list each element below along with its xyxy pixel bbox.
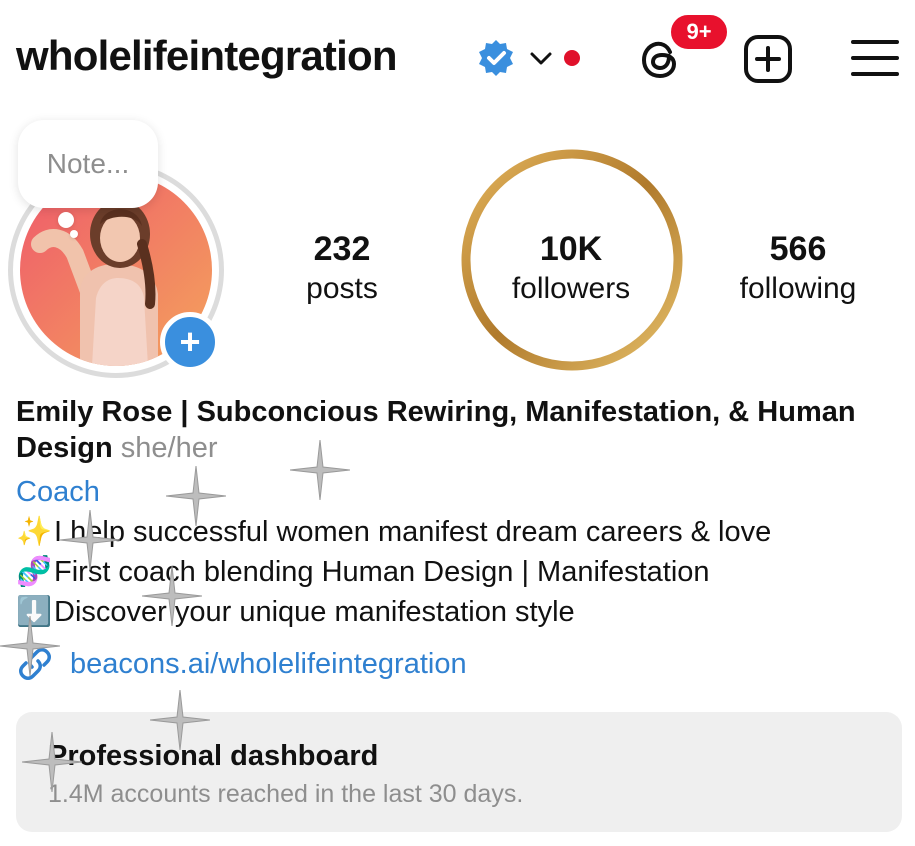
dashboard-title: Professional dashboard — [48, 740, 379, 772]
add-story-button[interactable]: + — [160, 312, 220, 372]
note-bubble-tail-small — [70, 230, 78, 238]
note-bubble-tail — [58, 212, 74, 228]
bio-text-2: First coach blending Human Design | Mani… — [54, 556, 710, 588]
dna-icon: 🧬 — [16, 556, 53, 588]
bio-text-3: Discover your unique manifestation style — [54, 596, 575, 628]
profile-header: wholelifeintegration 9+ — [0, 0, 915, 120]
pronouns: she/her — [120, 432, 218, 464]
verified-badge-icon — [479, 40, 513, 76]
bio-line-3: ⬇️Discover your unique manifestation sty… — [16, 594, 906, 630]
followers-label: followers — [511, 272, 631, 305]
posts-stat[interactable]: 232 posts — [272, 228, 412, 308]
following-label: following — [739, 272, 857, 305]
link-text[interactable]: beacons.ai/wholelifeintegration — [70, 648, 467, 681]
sparkles-icon: ✨ — [16, 516, 53, 548]
following-count: 566 — [769, 230, 827, 268]
notification-dot — [564, 50, 580, 66]
professional-dashboard[interactable]: Professional dashboard 1.4M accounts rea… — [16, 712, 902, 832]
bio-link[interactable]: beacons.ai/wholelifeintegration — [16, 644, 467, 684]
profile-name: Emily Rose | Subconcious Rewiring, Manif… — [16, 394, 896, 466]
followers-stat[interactable]: 10K followers — [486, 228, 656, 308]
notification-badge[interactable]: 9+ — [668, 12, 730, 52]
posts-label: posts — [306, 272, 378, 305]
username[interactable]: wholelifeintegration — [16, 32, 397, 80]
followers-count: 10K — [539, 230, 603, 268]
bio-text-1: I help successful women manifest dream c… — [54, 516, 772, 548]
bio-line-1: ✨I help successful women manifest dream … — [16, 514, 906, 550]
down-arrow-icon: ⬇️ — [16, 596, 53, 628]
posts-count: 232 — [313, 230, 371, 268]
link-icon — [19, 648, 51, 680]
bio-line-2: 🧬First coach blending Human Design | Man… — [16, 554, 906, 590]
note-bubble[interactable]: Note... — [18, 120, 158, 208]
category-label[interactable]: Coach — [16, 474, 100, 510]
dashboard-subtitle: 1.4M accounts reached in the last 30 day… — [48, 780, 524, 808]
menu-icon[interactable] — [850, 36, 900, 80]
following-stat[interactable]: 566 following — [718, 228, 878, 308]
new-post-icon[interactable] — [742, 33, 794, 85]
chevron-down-icon[interactable] — [528, 48, 554, 68]
